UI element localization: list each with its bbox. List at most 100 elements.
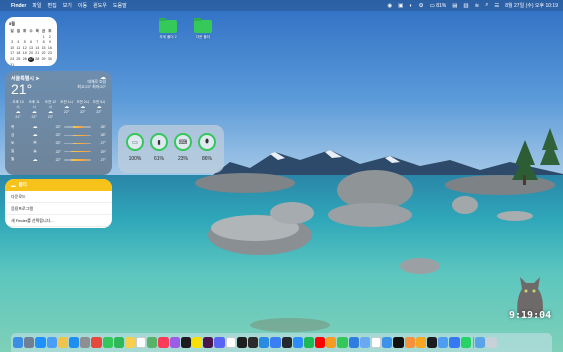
status-icon-b[interactable]: ▣	[398, 3, 403, 9]
menu-view[interactable]: 보기	[63, 2, 72, 9]
discord-icon[interactable]	[214, 337, 225, 348]
hour-temp: 22°	[80, 110, 86, 114]
menu-help[interactable]: 도움말	[113, 2, 127, 9]
terminal-icon[interactable]	[247, 337, 259, 348]
status-icon-a[interactable]: ◉	[387, 3, 392, 9]
status-icon-d[interactable]: ⚙	[419, 3, 424, 9]
slack-icon[interactable]	[203, 337, 214, 348]
maps-icon[interactable]	[147, 337, 158, 348]
control-center-icon[interactable]: ☰	[494, 3, 499, 9]
menu-file[interactable]: 파일	[32, 2, 41, 9]
calendar-day: 30	[47, 56, 52, 61]
hourly-item: 오후 11시 ☁ 22°	[27, 100, 41, 120]
app-store-icon[interactable]	[68, 337, 80, 348]
mail-icon[interactable]	[46, 337, 57, 348]
status-icon-c[interactable]: ◐	[409, 3, 412, 9]
desktop-wallpaper	[0, 0, 563, 352]
battery-device-percent: 86%	[201, 156, 212, 162]
downloads-stack-icon[interactable]	[475, 337, 486, 348]
hourly-item: 오전 12시 ☁ 23°	[43, 100, 57, 120]
books-icon[interactable]	[404, 337, 415, 348]
battery-percent: 81%	[436, 2, 447, 9]
keynote-icon[interactable]	[348, 337, 359, 348]
sun-icon: ☀	[32, 140, 38, 147]
day-high: 27°	[100, 157, 106, 162]
trash-icon[interactable]	[486, 337, 497, 348]
day-low: 23°	[55, 141, 61, 146]
hour-temp: 22°	[31, 115, 37, 119]
battery-status[interactable]: ▭ 81%	[430, 3, 447, 9]
day-high: 28°	[100, 133, 106, 138]
figma-icon[interactable]	[236, 337, 247, 348]
status-icon-f[interactable]: ▥	[463, 3, 468, 9]
calendar-month: 8월	[9, 21, 15, 26]
stocks-icon[interactable]	[393, 337, 404, 348]
pages-icon[interactable]	[326, 337, 337, 348]
folder-widget[interactable]: ▬ 폴더 다운로드 응용프로그램 새 Finder를 선택합니다...	[5, 179, 112, 228]
facetime-icon[interactable]	[113, 337, 124, 348]
podcasts-icon[interactable]	[169, 337, 180, 348]
messages-icon[interactable]	[102, 337, 113, 348]
weather-icon[interactable]	[382, 337, 393, 348]
calendar-widget[interactable]: 8월 일 월 화 수 목 금 토 1 2 3 4 5 6 7 8 9 10 11 12 13 14 15 16 17 18 19 2…	[5, 17, 57, 66]
reminders-icon[interactable]	[371, 337, 382, 348]
hourly-item: 오후 10시 ☁ 21°	[11, 100, 25, 120]
day-low: 22°	[55, 149, 61, 154]
daily-row: 월 ☁ 22° 27°	[11, 156, 106, 164]
translate-icon[interactable]	[449, 337, 460, 348]
zoom-icon[interactable]	[292, 337, 303, 348]
menu-window[interactable]: 윈도우	[93, 2, 107, 9]
batteries-widget[interactable]: ▭ 100% ▮ 61% ⌨ 23% ⬮ 86%	[118, 125, 224, 173]
temp-range-fill	[70, 159, 87, 161]
hour-temp: 21°	[15, 115, 21, 119]
safari-icon[interactable]	[35, 337, 46, 348]
keyboard-icon: ⌨	[174, 133, 192, 151]
temp-range-bar	[64, 134, 91, 137]
numbers-icon[interactable]	[337, 337, 348, 348]
folder-item-downloads[interactable]: 다운로드	[5, 191, 112, 203]
music-icon[interactable]	[158, 337, 169, 348]
weather-widget[interactable]: 서울특별시 ➤ 21° ☁ 대체로 흐림 최고:23° 최저:20° 오후 10…	[5, 71, 112, 175]
preview-icon[interactable]	[359, 337, 370, 348]
hour-temp: 22°	[96, 110, 102, 114]
wifi-icon[interactable]: ≋	[475, 3, 480, 9]
kakaotalk-icon[interactable]	[192, 337, 203, 348]
menu-clock[interactable]: 8월 27일 (수) 오후 10:19	[505, 2, 558, 9]
desktop-folder-2[interactable]: 다운 폴더	[192, 18, 214, 40]
notes-icon[interactable]	[124, 337, 136, 348]
spotify-icon[interactable]	[303, 337, 315, 348]
search-icon[interactable]: ⌕	[485, 2, 488, 9]
boulders	[195, 128, 560, 332]
vscode-icon[interactable]	[259, 337, 270, 348]
xcode-icon[interactable]	[270, 337, 281, 348]
cloud-icon: ☁	[32, 124, 38, 131]
clock-icon[interactable]	[426, 337, 438, 348]
launchpad-icon[interactable]	[24, 337, 35, 348]
desktop-folder-1[interactable]: 자세 폴더 2	[157, 18, 179, 40]
battery-device-percent: 100%	[128, 156, 142, 162]
temp-range-fill	[73, 126, 85, 128]
calendar-icon[interactable]	[136, 337, 147, 348]
hourly-item: 오전 2시 ☁ 22°	[76, 100, 90, 120]
menu-edit[interactable]: 편집	[47, 2, 56, 9]
photos-icon[interactable]	[57, 337, 68, 348]
github-icon[interactable]	[281, 337, 292, 348]
whatsapp-icon[interactable]	[460, 337, 471, 348]
status-icon-e[interactable]: ▤	[452, 3, 457, 9]
youtube-icon[interactable]	[315, 337, 326, 348]
folder-item-applications[interactable]: 응용프로그램	[5, 203, 112, 215]
settings-icon[interactable]	[80, 337, 91, 348]
temp-range-bar	[64, 126, 91, 128]
tv-icon[interactable]	[180, 337, 191, 348]
menu-go[interactable]: 이동	[78, 2, 87, 9]
app-name-menu[interactable]: Finder	[11, 3, 26, 9]
battery-device-percent: 61%	[153, 156, 164, 162]
home-icon[interactable]	[415, 337, 426, 348]
folder-item-choose[interactable]: 새 Finder를 선택합니다...	[5, 215, 112, 227]
battery-device: ▭ 100%	[124, 133, 146, 165]
chrome-icon[interactable]	[91, 337, 102, 348]
finder-icon[interactable]	[13, 337, 24, 348]
status-area: ◉ ▣ ◐ ⚙ ▭ 81% ▤ ▥ ≋ ⌕ ☰ 8월 27일 (수) 오후 10…	[387, 2, 558, 9]
notion-icon[interactable]	[225, 337, 236, 348]
files-icon[interactable]	[438, 337, 449, 348]
